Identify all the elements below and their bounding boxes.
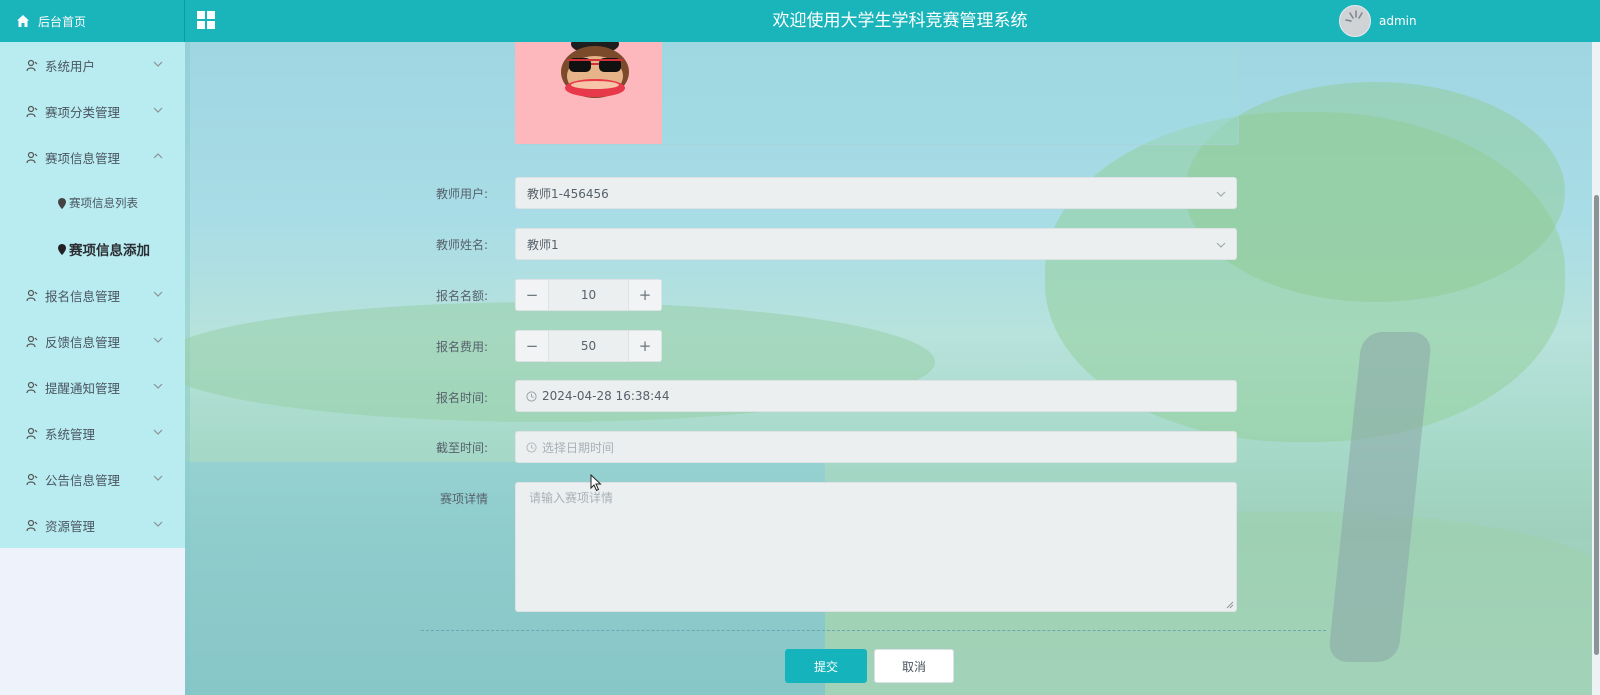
- teacher-name-label: 教师姓名:: [435, 238, 488, 252]
- home-icon: [17, 15, 29, 27]
- main-content: 教师用户: 教师1-456456 教师姓名: 教师1 报名名额: − 10 + …: [185, 42, 1600, 695]
- sidebar-item-feedback[interactable]: 反馈信息管理: [0, 318, 185, 364]
- user-icon: [26, 105, 38, 117]
- user-icon: [26, 289, 38, 301]
- sidebar-item-label: 报名信息管理: [45, 288, 121, 304]
- sidebar-item-label: 资源管理: [45, 518, 96, 534]
- teacher-name-value: 教师1: [527, 237, 559, 252]
- avatar[interactable]: [1339, 5, 1371, 37]
- form-divider: [421, 630, 1326, 631]
- teacher-user-select[interactable]: 教师1-456456: [515, 177, 1237, 209]
- sidebar-subitem-list[interactable]: 赛项信息列表: [0, 180, 185, 226]
- fee-label: 报名费用:: [435, 340, 488, 354]
- sidebar-item-system-users[interactable]: 系统用户: [0, 42, 185, 88]
- decrement-button[interactable]: −: [516, 280, 549, 310]
- chevron-down-icon: [1216, 191, 1226, 197]
- increment-button[interactable]: +: [628, 280, 661, 310]
- chevron-down-icon: [153, 107, 163, 113]
- sidebar-item-signup[interactable]: 报名信息管理: [0, 272, 185, 318]
- user-icon: [26, 381, 38, 393]
- sidebar-empty-area: [0, 548, 185, 695]
- user-menu[interactable]: admin: [1339, 4, 1417, 38]
- uploaded-image-thumbnail[interactable]: [515, 42, 662, 144]
- sidebar-item-competition[interactable]: 赛项信息管理: [0, 134, 185, 180]
- sidebar-item-label: 赛项信息管理: [45, 150, 121, 166]
- scrollbar-thumb[interactable]: [1594, 195, 1599, 655]
- top-bar: 后台首页 欢迎使用大学生学科竞赛管理系统 admin: [0, 0, 1600, 43]
- home-link[interactable]: 后台首页: [0, 0, 185, 42]
- location-pin-icon: [58, 197, 66, 209]
- sidebar-item-label: 系统管理: [45, 426, 96, 442]
- avatar-spinner-icon: [1345, 10, 1363, 22]
- sidebar-subitem-label: 赛项信息列表: [69, 196, 138, 210]
- fee-value[interactable]: 50: [549, 331, 628, 361]
- sidebar-item-reminder[interactable]: 提醒通知管理: [0, 364, 185, 410]
- clock-icon: [526, 390, 537, 402]
- signup-time-picker[interactable]: 2024-04-28 16:38:44: [515, 380, 1237, 412]
- chevron-down-icon: [153, 475, 163, 481]
- app-title: 欢迎使用大学生学科竞赛管理系统: [772, 11, 1028, 31]
- quota-value[interactable]: 10: [549, 280, 628, 310]
- sidebar-item-system[interactable]: 系统管理: [0, 410, 185, 456]
- user-icon: [26, 335, 38, 347]
- sidebar-item-label: 反馈信息管理: [45, 334, 121, 350]
- fee-stepper: − 50 +: [515, 330, 662, 362]
- user-icon: [26, 519, 38, 531]
- user-icon: [26, 59, 38, 71]
- resize-grip-icon[interactable]: [1226, 601, 1234, 609]
- mouse-cursor-icon: [590, 474, 602, 492]
- grid-menu-icon[interactable]: [197, 11, 215, 29]
- chevron-down-icon: [153, 429, 163, 435]
- sidebar-item-label: 赛项分类管理: [45, 104, 121, 120]
- user-icon: [26, 427, 38, 439]
- home-label: 后台首页: [38, 14, 87, 29]
- clock-icon: [526, 441, 537, 453]
- sidebar-item-label: 系统用户: [45, 58, 96, 74]
- chevron-up-icon: [153, 153, 163, 159]
- username: admin: [1379, 14, 1417, 28]
- sidebar-item-resources[interactable]: 资源管理: [0, 502, 185, 548]
- chevron-down-icon: [153, 521, 163, 527]
- chevron-down-icon: [153, 337, 163, 343]
- details-textarea[interactable]: 请输入赛项详情: [515, 482, 1237, 612]
- signup-time-value: 2024-04-28 16:38:44: [542, 389, 670, 403]
- signup-time-label: 报名时间:: [435, 391, 488, 405]
- increment-button[interactable]: +: [628, 331, 661, 361]
- teacher-user-value: 教师1-456456: [527, 186, 609, 201]
- quota-label: 报名名额:: [435, 289, 488, 303]
- location-pin-icon: [58, 243, 66, 255]
- submit-button[interactable]: 提交: [785, 649, 867, 683]
- chevron-down-icon: [1216, 242, 1226, 248]
- sidebar-subitem-add[interactable]: 赛项信息添加: [0, 226, 185, 272]
- deadline-picker[interactable]: 选择日期时间: [515, 431, 1237, 463]
- chevron-down-icon: [153, 383, 163, 389]
- chevron-down-icon: [153, 61, 163, 67]
- cancel-button[interactable]: 取消: [874, 649, 954, 683]
- sidebar-subitem-label: 赛项信息添加: [69, 243, 150, 259]
- details-label: 赛项详情: [439, 492, 488, 506]
- quota-stepper: − 10 +: [515, 279, 662, 311]
- user-icon: [26, 473, 38, 485]
- details-placeholder: 请输入赛项详情: [529, 491, 614, 505]
- background-decoration: [1185, 82, 1565, 302]
- user-icon: [26, 151, 38, 163]
- teacher-user-label: 教师用户:: [435, 187, 488, 201]
- teacher-name-select[interactable]: 教师1: [515, 228, 1237, 260]
- monkey-mascot-image: [561, 42, 629, 98]
- sidebar-item-announcement[interactable]: 公告信息管理: [0, 456, 185, 502]
- chevron-down-icon: [153, 291, 163, 297]
- sidebar: 系统用户 赛项分类管理 赛项信息管理 赛项信息列表 赛项信息添加 报名信息管理 …: [0, 42, 185, 548]
- decrement-button[interactable]: −: [516, 331, 549, 361]
- sidebar-item-category[interactable]: 赛项分类管理: [0, 88, 185, 134]
- sidebar-item-label: 公告信息管理: [45, 472, 121, 488]
- deadline-label: 截至时间:: [435, 441, 488, 455]
- deadline-placeholder: 选择日期时间: [542, 440, 615, 455]
- sidebar-item-label: 提醒通知管理: [45, 380, 121, 396]
